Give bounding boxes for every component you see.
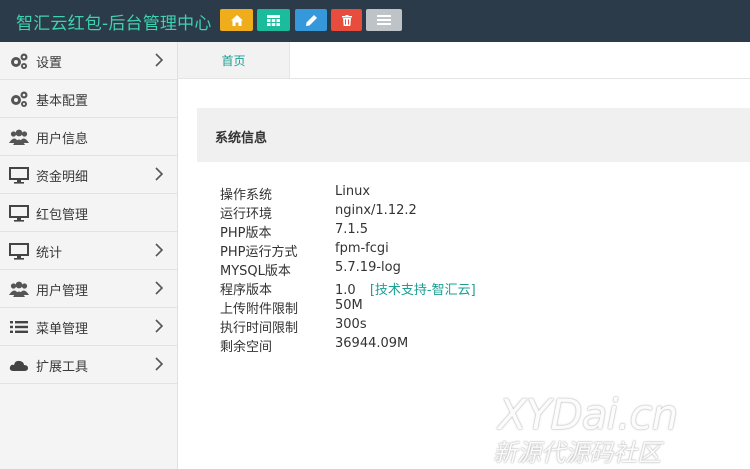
sidebar-item-basic-config[interactable]: 基本配置: [0, 80, 177, 118]
version-value: 1.0: [335, 283, 356, 298]
sidebar-item-label: 资金明细: [36, 170, 89, 185]
chevron-right-icon: [155, 319, 163, 333]
tech-support-link[interactable]: [技术支持-智汇云]: [370, 283, 476, 298]
sidebar-item-label: 用户信息: [36, 132, 89, 147]
info-value: fpm-fcgi: [335, 241, 389, 256]
chevron-right-icon: [155, 281, 163, 295]
users-icon: [9, 129, 29, 145]
sidebar-item-label: 菜单管理: [36, 322, 89, 337]
monitor-icon: [9, 205, 29, 222]
sidebar-item-label: 基本配置: [36, 94, 89, 109]
app-title: 智汇云红包-后台管理中心: [16, 14, 212, 34]
chevron-right-icon: [155, 243, 163, 257]
list-icon: [377, 15, 391, 25]
chevron-right-icon: [155, 53, 163, 67]
tab-home[interactable]: 首页: [178, 42, 290, 78]
panel-title: 系统信息: [215, 131, 268, 146]
sidebar-item-user-info[interactable]: 用户信息: [0, 118, 177, 156]
list-icon: [10, 321, 28, 333]
watermark: XYDai.cn: [498, 390, 678, 439]
info-value: nginx/1.12.2: [335, 203, 417, 218]
tab-bar: 首页: [178, 42, 750, 79]
sidebar: 设置 基本配置 用户信息 资金明细 红包管理 统计 用户管理 菜单管理 扩展工具: [0, 42, 178, 469]
chevron-right-icon: [155, 357, 163, 371]
list-button[interactable]: [366, 9, 402, 31]
info-value: 1.0 [技术支持-智汇云]: [335, 279, 476, 298]
sidebar-item-settings[interactable]: 设置: [0, 42, 177, 80]
info-key: 操作系统: [220, 188, 273, 203]
sidebar-item-label: 设置: [36, 56, 63, 71]
monitor-icon: [9, 243, 29, 260]
info-key: 执行时间限制: [220, 321, 299, 336]
panel-header: 系统信息: [197, 108, 750, 162]
sidebar-item-user-manage[interactable]: 用户管理: [0, 270, 177, 308]
info-key: 上传附件限制: [220, 302, 299, 317]
info-key: PHP运行方式: [220, 245, 298, 260]
info-value: 36944.09M: [335, 336, 409, 351]
pencil-icon: [305, 14, 317, 26]
sidebar-item-stats[interactable]: 统计: [0, 232, 177, 270]
users-icon: [9, 281, 29, 297]
info-value: 7.1.5: [335, 222, 369, 237]
sidebar-item-label: 用户管理: [36, 284, 89, 299]
info-key: 程序版本: [220, 283, 273, 298]
gears-icon: [11, 91, 28, 107]
info-key: 剩余空间: [220, 340, 273, 355]
calendar-icon: [267, 14, 280, 26]
sidebar-item-label: 扩展工具: [36, 360, 89, 375]
cloud-icon: [9, 360, 28, 371]
sidebar-item-label: 红包管理: [36, 208, 89, 223]
info-value: 300s: [335, 317, 367, 332]
monitor-icon: [9, 167, 29, 184]
sidebar-item-menu-manage[interactable]: 菜单管理: [0, 308, 177, 346]
home-button[interactable]: [220, 9, 253, 31]
calendar-button[interactable]: [257, 9, 290, 31]
info-key: 运行环境: [220, 207, 273, 222]
chevron-right-icon: [155, 167, 163, 181]
info-value: 5.7.19-log: [335, 260, 401, 275]
sidebar-item-extensions[interactable]: 扩展工具: [0, 346, 177, 384]
edit-button[interactable]: [295, 9, 327, 31]
trash-icon: [341, 14, 352, 26]
sidebar-item-label: 统计: [36, 246, 63, 261]
top-bar: 智汇云红包-后台管理中心: [0, 0, 750, 42]
gears-icon: [11, 53, 28, 69]
delete-button[interactable]: [331, 9, 362, 31]
watermark-subtitle: 新源代源码社区: [493, 439, 661, 467]
info-key: PHP版本: [220, 226, 272, 241]
info-key: MYSQL版本: [220, 264, 291, 279]
home-icon: [230, 14, 243, 26]
info-value: 50M: [335, 298, 363, 313]
sidebar-item-funds[interactable]: 资金明细: [0, 156, 177, 194]
info-value: Linux: [335, 184, 371, 199]
sidebar-item-redpacket[interactable]: 红包管理: [0, 194, 177, 232]
